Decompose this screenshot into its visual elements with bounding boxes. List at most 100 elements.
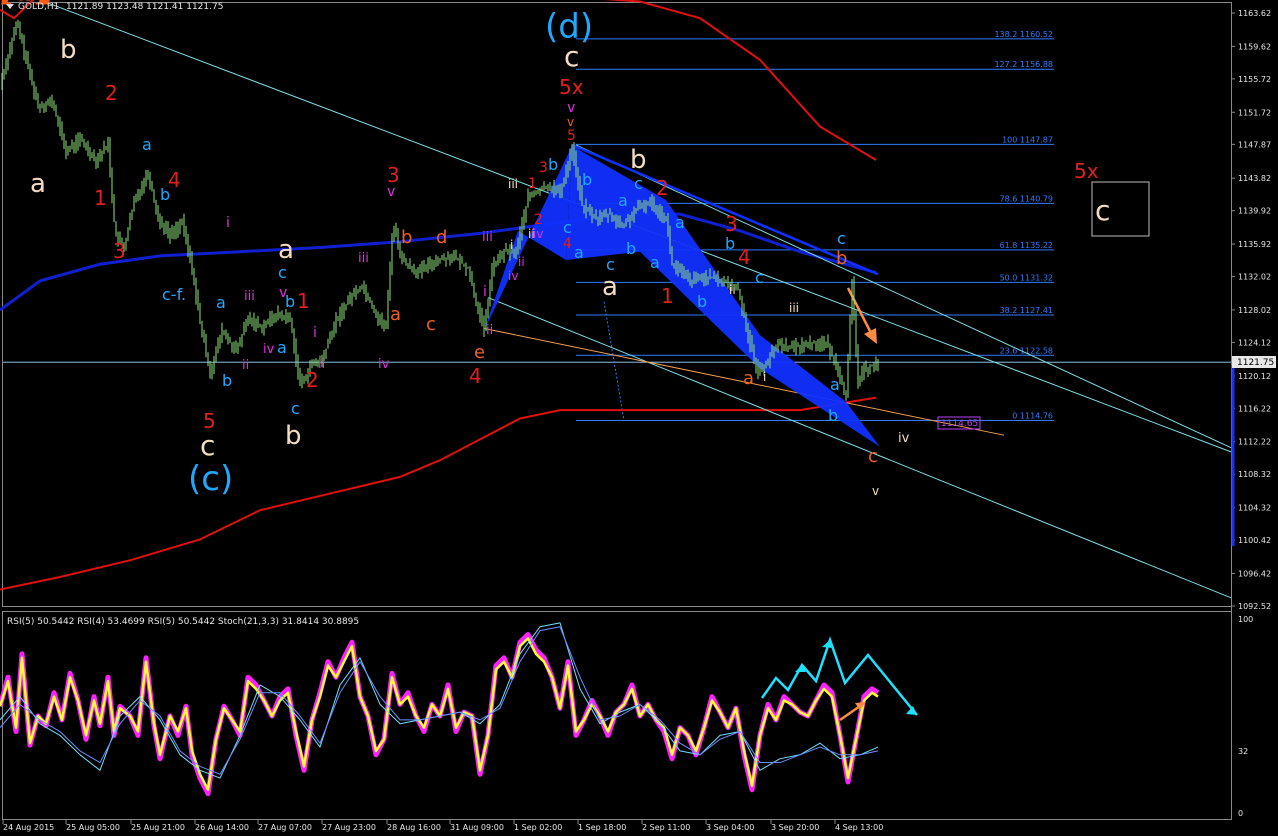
wave-label: 2 — [534, 212, 543, 228]
price-tick-label: 1159.62 — [1238, 42, 1271, 51]
wave-label: a — [650, 253, 660, 272]
time-tick-label: 28 Aug 16:00 — [387, 823, 441, 832]
wave-label: iv — [533, 227, 543, 241]
price-tick-label: 1155.72 — [1238, 75, 1271, 84]
wave-label: iv — [508, 269, 518, 283]
price-tick-label: 1116.22 — [1238, 404, 1271, 413]
gold-h1-chart: 138.2 1160.52 127.2 1156.88 100 1147.87 78.… — [0, 0, 1276, 832]
wave-label: c — [563, 218, 572, 237]
price-tick-label: 1100.42 — [1238, 536, 1271, 545]
wave-label: b — [222, 371, 232, 390]
wave-label: b — [836, 248, 847, 269]
time-tick-label: 27 Aug 07:00 — [258, 823, 312, 832]
fib-level-label: 38.2 1127.41 — [1000, 306, 1053, 315]
wave-label: 5x — [1074, 159, 1099, 183]
wave-label: a — [278, 235, 294, 265]
wave-label: 2 — [105, 81, 118, 105]
time-tick-label: 24 Aug 2015 — [3, 823, 54, 832]
wave-label: 3 — [725, 212, 738, 236]
price-tick-label: 1151.72 — [1238, 108, 1271, 117]
wave-label: a — [602, 272, 618, 302]
time-tick-label: 1 Sep 18:00 — [578, 823, 626, 832]
wave-label: iii — [508, 177, 518, 191]
wave-label: 1 — [661, 284, 674, 308]
wave-label: b — [582, 170, 592, 189]
wave-label: iv — [898, 431, 910, 446]
wave-label: iv — [263, 342, 275, 357]
wave-label: c-f. — [162, 285, 186, 304]
wave-label: b — [160, 185, 170, 204]
wave-label: c — [868, 446, 878, 467]
price-tick-label: 1128.02 — [1238, 306, 1271, 315]
price-tick-label: 1104.32 — [1238, 504, 1271, 513]
wave-label: 1 — [528, 176, 537, 192]
wave-label: 2 — [656, 176, 669, 200]
wave-label: b — [626, 239, 636, 258]
wave-label: b — [548, 155, 558, 174]
price-tick-label: 1096.42 — [1238, 569, 1271, 578]
time-tick-label: 3 Sep 04:00 — [706, 823, 754, 832]
wave-label: a — [142, 135, 152, 154]
wave-label: ii — [729, 283, 736, 297]
price-tick-label: 1092.52 — [1238, 602, 1271, 611]
wave-label: b — [60, 35, 77, 65]
wave-label: b — [285, 292, 295, 311]
fib-level-label: 100 1147.87 — [1002, 135, 1053, 144]
price-tick-label: 1163.62 — [1238, 9, 1271, 18]
wave-label: b — [285, 421, 302, 451]
price-tick-label: 1120.12 — [1238, 372, 1271, 381]
wave-label: iii — [482, 230, 493, 245]
wave-label: i — [313, 325, 317, 341]
fib-level-label: 78.6 1140.79 — [1000, 194, 1053, 203]
wave-label: 3 — [539, 160, 548, 176]
fib-level-label: 0 1114.76 — [1012, 412, 1053, 421]
time-axis-labels: 24 Aug 2015 25 Aug 05:00 25 Aug 21:00 26 Au… — [2, 820, 883, 832]
wave-label: a — [830, 375, 840, 394]
wave-label: 4 — [563, 236, 572, 252]
price-tick-label: 1132.02 — [1238, 273, 1271, 282]
wave-label: i — [226, 215, 230, 231]
time-tick-label: 3 Sep 20:00 — [771, 823, 819, 832]
wave-label: c — [1095, 194, 1110, 227]
price-axis-labels: 1163.62 1159.62 1155.72 1151.72 1147.87 1143.… — [1231, 9, 1271, 611]
indicator-axis-labels: 100 32 0 — [1238, 615, 1253, 818]
chart-window: 138.2 1160.52 127.2 1156.88 100 1147.87 78.… — [0, 0, 1278, 832]
wave-label: 1 — [297, 289, 310, 313]
wave-label: v — [567, 100, 575, 116]
wave-label: c — [564, 40, 579, 73]
wave-label: a — [216, 293, 226, 312]
wave-label: d — [436, 227, 447, 248]
time-tick-label: 27 Aug 23:00 — [322, 823, 376, 832]
wave-label: 5 — [567, 128, 576, 144]
time-tick-label: 1 Sep 02:00 — [514, 823, 562, 832]
price-tick-label: 1135.92 — [1238, 240, 1271, 249]
wave-label: v — [872, 484, 879, 498]
wave-label: a — [675, 213, 685, 232]
fib-level-label: 50.0 1131.32 — [1000, 273, 1053, 282]
wave-label: a — [743, 368, 754, 389]
time-tick-label: 31 Aug 09:00 — [450, 823, 504, 832]
fib-level-label: 127.2 1156.88 — [994, 60, 1053, 69]
wave-label: ii — [486, 323, 493, 338]
price-tick-label: 1112.22 — [1238, 438, 1271, 447]
indicator-header: RSI(5) 50.5442 RSI(4) 53.4699 RSI(5) 50.… — [7, 617, 359, 627]
fib-level-label: 138.2 1160.52 — [994, 30, 1053, 39]
ohlc-values: 1121.89 1123.48 1121.41 1121.75 — [66, 2, 223, 12]
price-tick-label: 1124.12 — [1238, 338, 1271, 347]
wave-label: ii — [242, 358, 249, 373]
wave-label: b — [828, 406, 838, 425]
wave-label: 3 — [113, 239, 126, 263]
wave-label: b — [401, 227, 412, 248]
wave-label: i — [483, 284, 487, 300]
wave-label: c — [634, 174, 643, 193]
current-price-value: 1121.75 — [1237, 358, 1274, 368]
wave-label: ii — [318, 357, 325, 372]
wave-label: ii — [518, 255, 525, 269]
wave-label: c — [200, 429, 215, 462]
time-tick-label: 26 Aug 14:00 — [195, 823, 249, 832]
wave-label: i — [510, 238, 513, 252]
main-panel-frame — [2, 2, 1232, 607]
price-tick-label: 1139.92 — [1238, 207, 1271, 216]
wave-label: i — [763, 370, 766, 384]
wave-label: v — [567, 115, 574, 129]
